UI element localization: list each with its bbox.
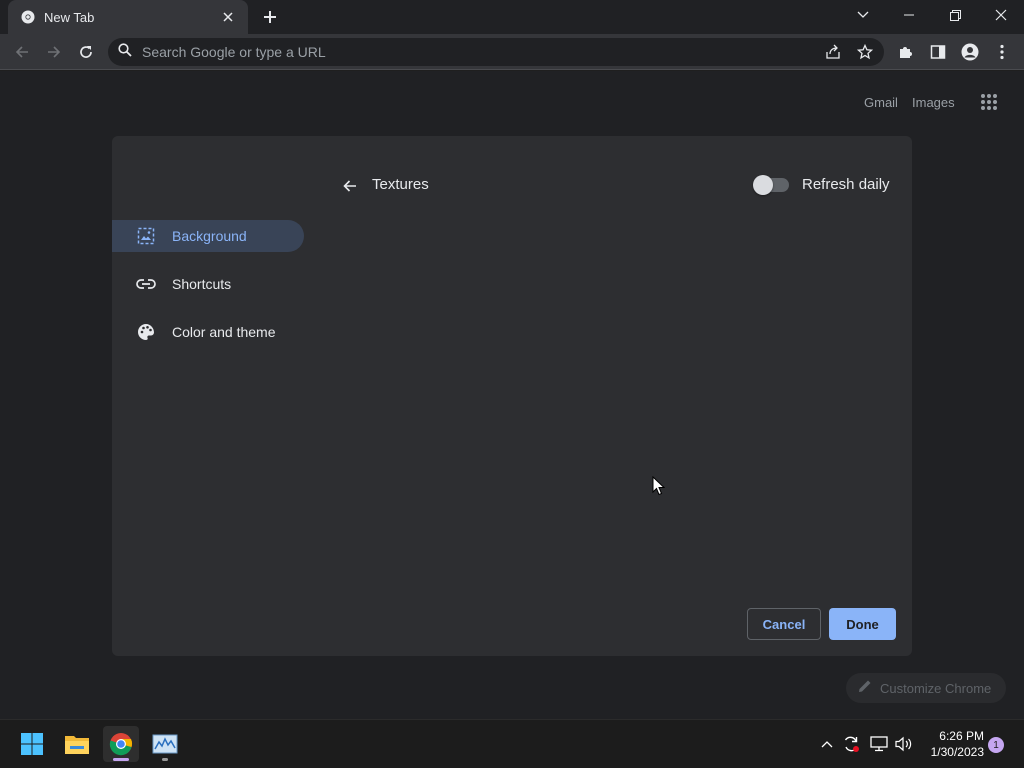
system-clock[interactable]: 6:26 PM 1/30/2023 bbox=[920, 728, 984, 760]
done-button[interactable]: Done bbox=[829, 608, 896, 640]
sync-icon[interactable] bbox=[841, 734, 861, 754]
back-arrow-icon[interactable] bbox=[338, 174, 362, 198]
chrome-taskbar-icon[interactable] bbox=[103, 726, 139, 762]
clock-date: 1/30/2023 bbox=[930, 745, 984, 759]
tab-new-tab[interactable]: New Tab bbox=[8, 0, 248, 34]
mouse-cursor-icon bbox=[652, 475, 666, 501]
link-icon bbox=[136, 274, 156, 294]
nav-item-shortcuts[interactable]: Shortcuts bbox=[112, 268, 304, 300]
side-panel-icon[interactable] bbox=[925, 39, 951, 65]
refresh-daily-toggle[interactable] bbox=[753, 175, 789, 195]
close-window-button[interactable] bbox=[978, 0, 1024, 30]
customize-dialog: Background Shortcuts Color and theme Tex… bbox=[112, 136, 912, 656]
windows-start-icon[interactable] bbox=[14, 726, 50, 762]
browser-toolbar: Search Google or type a URL bbox=[0, 34, 1024, 70]
forward-button[interactable] bbox=[41, 39, 67, 65]
task-manager-icon[interactable] bbox=[147, 726, 183, 762]
reload-button[interactable] bbox=[73, 39, 99, 65]
clock-time: 6:26 PM bbox=[939, 729, 984, 743]
image-icon bbox=[136, 226, 156, 246]
nav-item-background[interactable]: Background bbox=[112, 220, 304, 252]
customize-chrome-label: Customize Chrome bbox=[880, 680, 992, 696]
omnibox[interactable]: Search Google or type a URL bbox=[108, 38, 884, 66]
nav-label-shortcuts: Shortcuts bbox=[172, 276, 232, 292]
bookmark-star-icon[interactable] bbox=[852, 39, 878, 65]
volume-icon[interactable] bbox=[894, 734, 914, 754]
toggle-knob bbox=[753, 175, 773, 195]
active-app-indicator bbox=[113, 758, 129, 761]
network-icon[interactable] bbox=[869, 734, 889, 754]
cancel-button[interactable]: Cancel bbox=[747, 608, 821, 640]
notification-badge[interactable]: 1 bbox=[988, 737, 1004, 753]
customize-chrome-button[interactable]: Customize Chrome bbox=[846, 673, 1006, 703]
taskbar: 6:26 PM 1/30/2023 1 bbox=[0, 719, 1024, 768]
pencil-icon bbox=[858, 679, 872, 698]
tab-search-icon[interactable] bbox=[840, 0, 886, 30]
omnibox-placeholder: Search Google or type a URL bbox=[142, 44, 326, 60]
close-tab-icon[interactable] bbox=[218, 7, 238, 27]
extensions-icon[interactable] bbox=[893, 39, 919, 65]
minimize-button[interactable] bbox=[886, 0, 932, 30]
tab-title: New Tab bbox=[44, 9, 95, 25]
new-tab-button[interactable] bbox=[258, 6, 282, 28]
images-link[interactable]: Images bbox=[912, 95, 955, 110]
file-explorer-icon[interactable] bbox=[59, 726, 95, 762]
chrome-icon bbox=[20, 9, 36, 25]
nav-label-background: Background bbox=[172, 228, 247, 244]
nav-label-color-and-theme: Color and theme bbox=[172, 324, 276, 340]
new-tab-page: Gmail Images Background Shortcuts Color … bbox=[0, 71, 1024, 719]
section-title: Textures bbox=[372, 176, 429, 193]
menu-icon[interactable] bbox=[989, 39, 1015, 65]
apps-grid-icon[interactable] bbox=[980, 93, 1000, 113]
running-app-indicator bbox=[162, 758, 168, 761]
profile-icon[interactable] bbox=[957, 39, 983, 65]
search-icon bbox=[118, 42, 132, 62]
refresh-daily-label: Refresh daily bbox=[802, 176, 890, 193]
nav-item-color-and-theme[interactable]: Color and theme bbox=[112, 316, 304, 348]
gmail-link[interactable]: Gmail bbox=[864, 95, 898, 110]
palette-icon bbox=[136, 322, 156, 342]
title-bar: New Tab bbox=[0, 0, 1024, 34]
chevron-up-icon[interactable] bbox=[817, 734, 837, 754]
share-icon[interactable] bbox=[820, 39, 846, 65]
restore-button[interactable] bbox=[932, 0, 978, 30]
back-button[interactable] bbox=[9, 39, 35, 65]
